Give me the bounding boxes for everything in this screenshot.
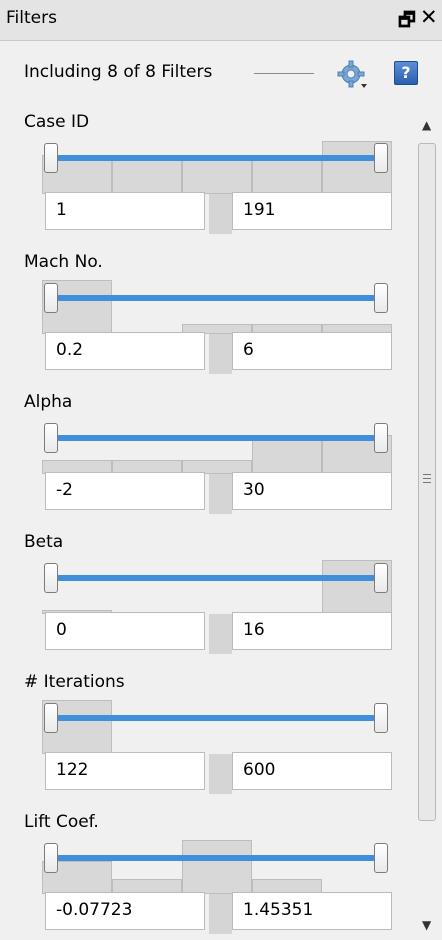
range-max-input[interactable]: 6 — [232, 332, 392, 370]
range-min-handle[interactable] — [44, 703, 58, 733]
filter-3: Beta 0 16 — [0, 520, 413, 660]
filter-label: # Iterations — [24, 672, 125, 692]
range-min-input[interactable]: 122 — [45, 752, 205, 790]
input-gap — [209, 474, 232, 514]
scroll-down-arrow-icon[interactable]: ▼ — [422, 918, 431, 932]
histogram-bar — [182, 840, 252, 894]
restore-icon[interactable]: 🗗 — [398, 6, 416, 38]
input-gap — [209, 334, 232, 374]
gear-icon[interactable] — [335, 59, 369, 93]
input-gap — [209, 194, 232, 234]
input-gap — [209, 894, 232, 934]
filter-label: Lift Coef. — [24, 812, 99, 832]
range-min-input[interactable]: 0 — [45, 612, 205, 650]
panel-title: Filters — [6, 8, 57, 28]
range-max-input[interactable]: 600 — [232, 752, 392, 790]
range-slider-track[interactable] — [52, 575, 386, 581]
separator-line — [254, 73, 314, 74]
range-max-handle[interactable] — [374, 703, 388, 733]
filter-0: Case ID 1 191 — [0, 100, 413, 240]
range-max-handle[interactable] — [374, 423, 388, 453]
filter-label: Alpha — [24, 392, 73, 412]
filter-count-label: Including 8 of 8 Filters — [24, 62, 213, 82]
range-slider-track[interactable] — [52, 855, 386, 861]
filter-label: Case ID — [24, 112, 90, 132]
help-icon[interactable]: ? — [394, 61, 418, 85]
range-slider-track[interactable] — [52, 155, 386, 161]
filter-histogram — [42, 420, 392, 474]
range-min-handle[interactable] — [44, 563, 58, 593]
range-min-input[interactable]: -2 — [45, 472, 205, 510]
range-max-handle[interactable] — [374, 563, 388, 593]
scroll-thumb[interactable] — [418, 143, 436, 821]
range-slider-track[interactable] — [52, 715, 386, 721]
filter-histogram — [42, 560, 392, 614]
grip-icon — [423, 474, 431, 486]
range-max-handle[interactable] — [374, 143, 388, 173]
filter-label: Mach No. — [24, 252, 103, 272]
range-min-input[interactable]: 0.2 — [45, 332, 205, 370]
close-icon[interactable]: ✕ — [420, 5, 438, 29]
filter-5: Lift Coef. -0.07723 1.45351 — [0, 800, 413, 940]
range-slider-track[interactable] — [52, 435, 386, 441]
range-max-input[interactable]: 191 — [232, 192, 392, 230]
filter-1: Mach No. 0.2 6 — [0, 240, 413, 380]
filter-histogram — [42, 280, 392, 334]
range-max-input[interactable]: 30 — [232, 472, 392, 510]
filter-histogram — [42, 140, 392, 194]
range-min-handle[interactable] — [44, 283, 58, 313]
vertical-scrollbar[interactable]: ▲ ▼ — [413, 100, 442, 937]
scroll-up-arrow-icon[interactable]: ▲ — [422, 118, 431, 132]
range-min-input[interactable]: 1 — [45, 192, 205, 230]
range-min-handle[interactable] — [44, 843, 58, 873]
range-min-handle[interactable] — [44, 423, 58, 453]
filter-histogram — [42, 700, 392, 754]
filter-list: Case ID 1 191 Mach No. 0.2 6 Alpha -2 30 Beta 0 16 #… — [0, 100, 413, 937]
range-max-handle[interactable] — [374, 283, 388, 313]
range-min-handle[interactable] — [44, 143, 58, 173]
range-max-handle[interactable] — [374, 843, 388, 873]
range-max-input[interactable]: 16 — [232, 612, 392, 650]
filter-2: Alpha -2 30 — [0, 380, 413, 520]
range-max-input[interactable]: 1.45351 — [232, 892, 392, 930]
range-min-input[interactable]: -0.07723 — [45, 892, 205, 930]
panel-title-bar: Filters 🗗 ✕ — [0, 0, 442, 41]
filter-4: # Iterations 122 600 — [0, 660, 413, 800]
filter-histogram — [42, 840, 392, 894]
input-gap — [209, 614, 232, 654]
range-slider-track[interactable] — [52, 295, 386, 301]
filter-label: Beta — [24, 532, 64, 552]
input-gap — [209, 754, 232, 794]
